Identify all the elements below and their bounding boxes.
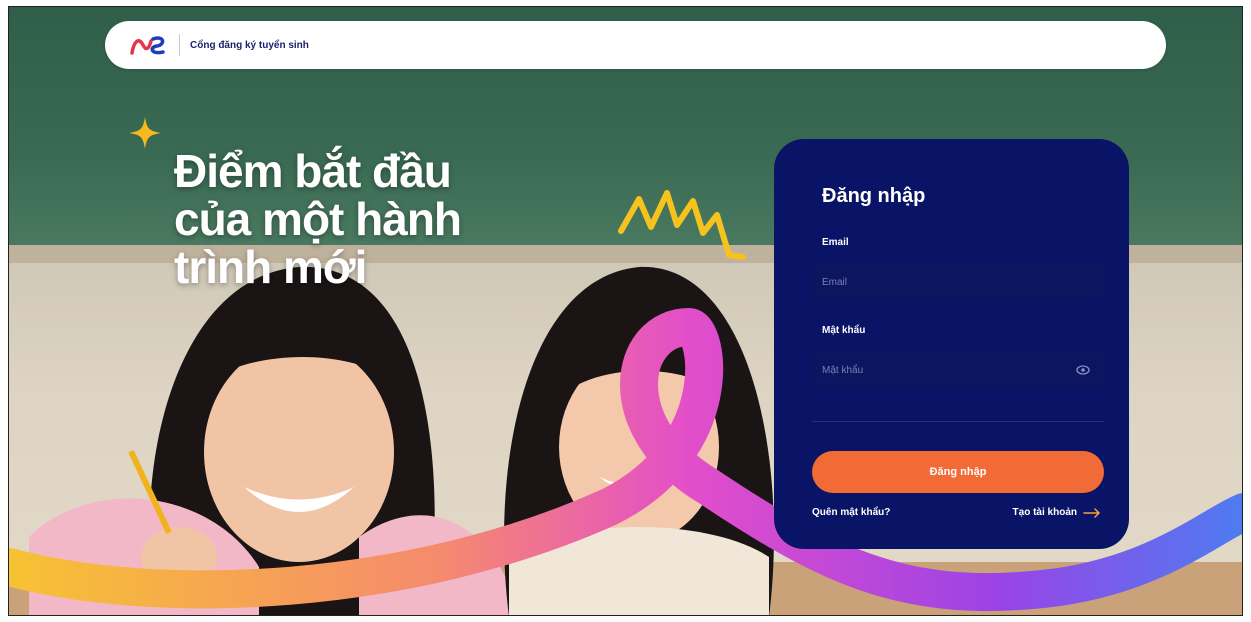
create-account-label: Tạo tài khoản: [1012, 507, 1077, 518]
email-placeholder: Email: [822, 276, 848, 288]
login-card: Đăng nhập Email Email Mật khẩu Mật khẩu …: [774, 139, 1129, 549]
email-label: Email: [822, 237, 849, 248]
zigzag-icon: [618, 190, 746, 260]
email-field[interactable]: Email: [812, 263, 1104, 301]
forgot-password-link[interactable]: Quên mật khẩu?: [812, 507, 890, 518]
password-label: Mật khẩu: [822, 325, 866, 336]
page-frame: Cổng đăng ký tuyển sinh Điểm bắt đầu của…: [8, 6, 1243, 616]
hero-line-2: của một hành: [174, 193, 462, 245]
eye-icon[interactable]: [1076, 363, 1090, 377]
sparkle-icon: [129, 117, 161, 149]
password-placeholder: Mật khẩu: [822, 364, 864, 376]
header-divider: [179, 34, 180, 56]
form-divider: [812, 421, 1104, 422]
login-button[interactable]: Đăng nhập: [812, 451, 1104, 493]
create-account-link[interactable]: Tạo tài khoản: [1013, 507, 1101, 518]
hero-line-3: trình mới: [174, 241, 367, 293]
top-navbar: Cổng đăng ký tuyển sinh: [105, 21, 1166, 69]
site-title[interactable]: Cổng đăng ký tuyển sinh: [190, 40, 309, 51]
logo-icon[interactable]: [129, 31, 169, 59]
hero-line-1: Điểm bắt đầu: [174, 145, 452, 197]
arrow-right-icon: [1083, 507, 1101, 518]
password-field[interactable]: Mật khẩu: [812, 351, 1104, 389]
login-title: Đăng nhập: [822, 185, 926, 207]
hero-heading: Điểm bắt đầu của một hành trình mới: [174, 145, 462, 293]
